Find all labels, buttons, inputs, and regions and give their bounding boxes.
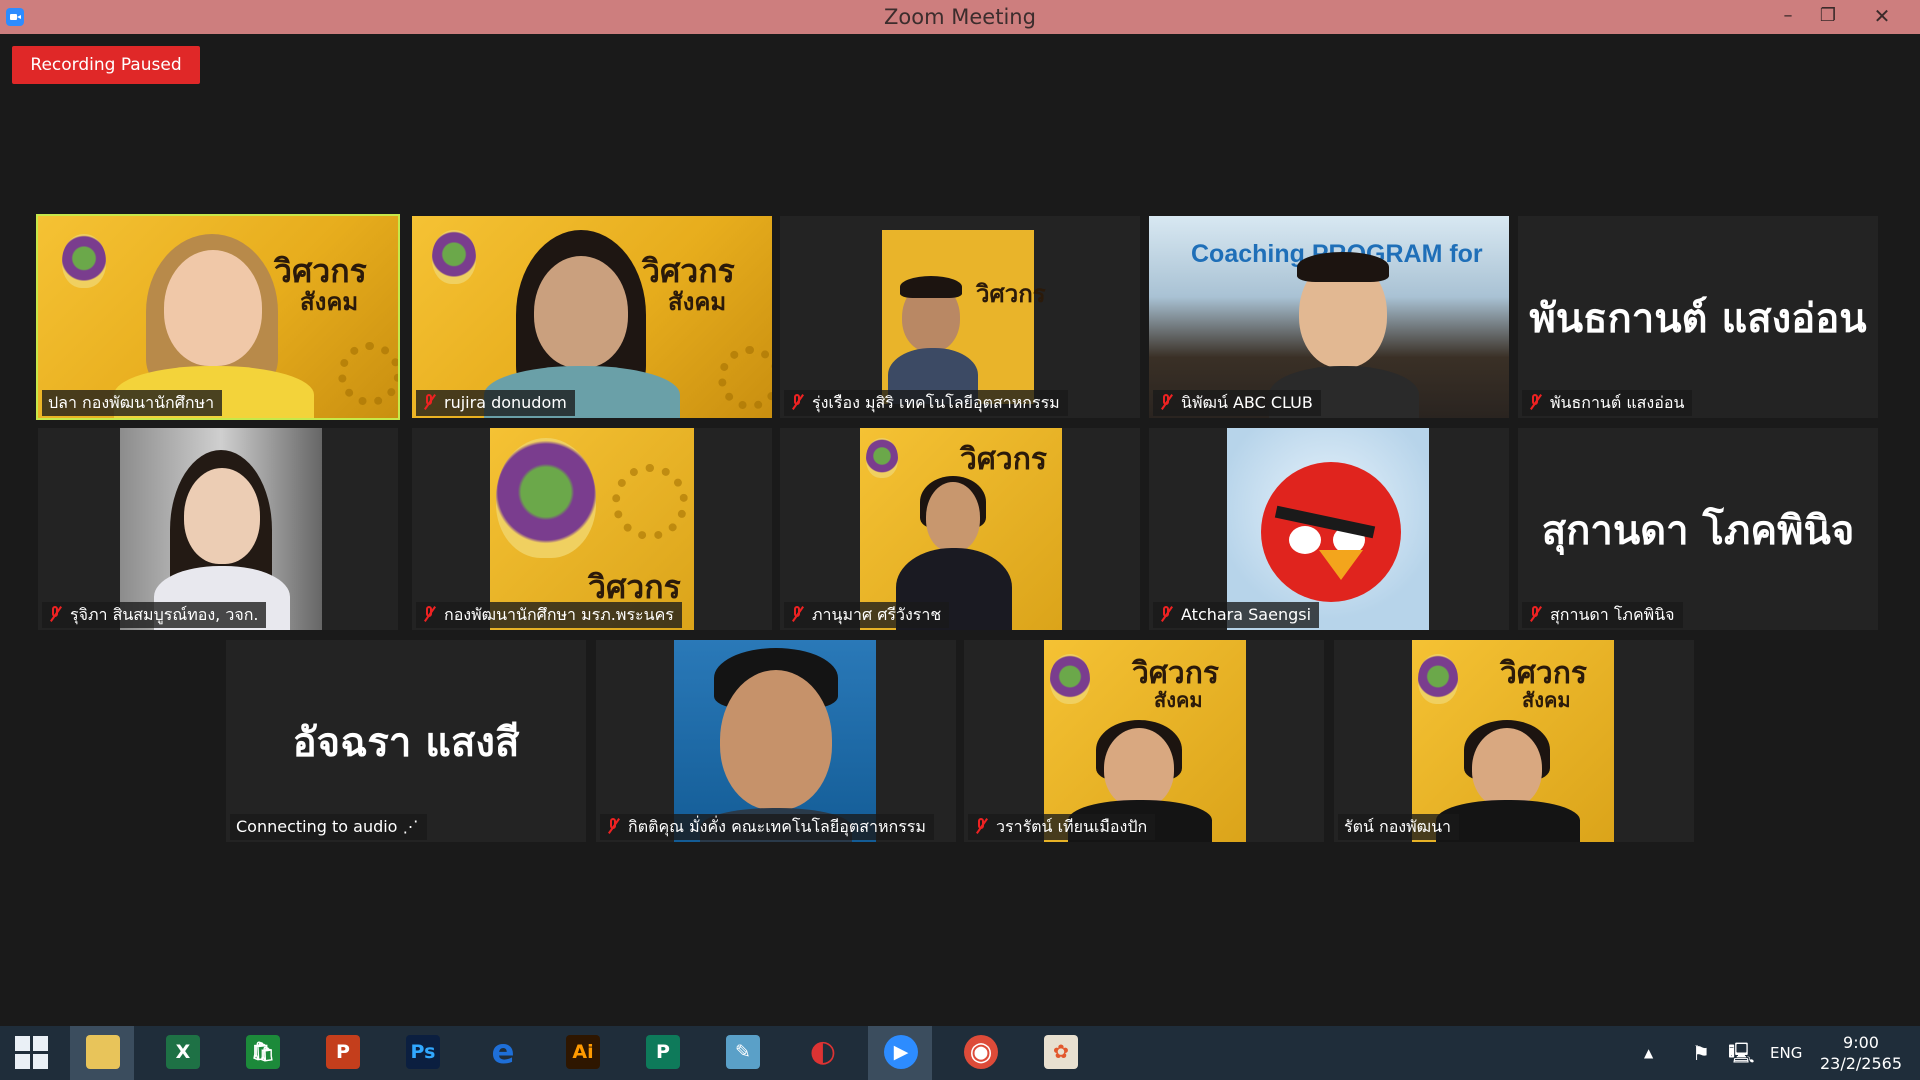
publisher-icon: P (646, 1035, 680, 1069)
excel-icon: X (166, 1035, 200, 1069)
poster-subtitle: สังคม (1522, 688, 1571, 712)
video-tile[interactable]: Atchara Saengsi (1149, 428, 1509, 630)
network-icon[interactable]: 🖳 (1728, 1026, 1755, 1080)
participant-name-label: รัตน์ กองพัฒนา (1338, 814, 1460, 840)
taskbar-clock[interactable]: 9:00 23/2/2565 (1808, 1032, 1914, 1074)
notes-icon: ✎ (726, 1035, 760, 1069)
poster-title: วิศวกร (976, 279, 1046, 308)
video-tile[interactable]: Coaching PROGRAM for นิพัฒน์ ABC CLUB (1149, 216, 1509, 418)
maximize-button[interactable]: ❐ (1808, 0, 1848, 34)
participant-name-label: สุกานดา โภคพินิจ (1522, 602, 1683, 628)
video-tile[interactable]: รุจิภา สินสมบูรณ์ทอง, วจก. (38, 428, 398, 630)
folder-icon (86, 1035, 120, 1069)
taskbar-powerpoint[interactable]: P (310, 1026, 374, 1080)
video-tile[interactable]: วิศวกร สังคม รัตน์ กองพัฒนา (1334, 640, 1694, 842)
poster-subtitle: สังคม (1154, 688, 1203, 712)
participant-name-label: ภานุมาศ ศรีวังราช (784, 602, 950, 628)
window-title-bar: Zoom Meeting – ❐ ✕ (0, 0, 1920, 34)
input-language[interactable]: ENG (1770, 1026, 1802, 1080)
muted-mic-icon (1528, 394, 1542, 410)
window-title: Zoom Meeting (884, 5, 1036, 29)
powerpoint-icon: P (326, 1035, 360, 1069)
taskbar-paint[interactable]: ✿ (1028, 1026, 1092, 1080)
participant-display-name: อัจฉรา แสงสี (292, 719, 520, 766)
video-tile[interactable]: อัจฉรา แสงสี Connecting to audio ⋰ (226, 640, 586, 842)
muted-mic-icon (1528, 606, 1542, 622)
taskbar-publisher[interactable]: P (630, 1026, 694, 1080)
show-hidden-icons-chevron[interactable]: ▲ (1644, 1026, 1653, 1080)
gear-icon (338, 342, 398, 406)
muted-mic-icon (1159, 394, 1173, 410)
participant-display-name: พันธกานต์ แสงอ่อน (1529, 295, 1867, 342)
chrome-icon: ◉ (964, 1035, 998, 1069)
participant-name-label: rujira donudom (416, 390, 575, 416)
taskbar-photoscape[interactable]: ◐ (790, 1026, 854, 1080)
participant-name-label: พันธกานต์ แสงอ่อน (1522, 390, 1693, 416)
poster-subtitle: สังคม (300, 287, 359, 316)
taskbar-internet-explorer[interactable]: e (470, 1026, 534, 1080)
video-tile[interactable]: วิศวกร สังคม rujira donudom (412, 216, 772, 418)
video-tile[interactable]: วิศวกร กองพัฒนานักศึกษา มรภ.พระนคร (412, 428, 772, 630)
video-tile[interactable]: วิศวกร สังคม ปลา กองพัฒนานักศึกษา (36, 214, 400, 420)
participant-name-label: กองพัฒนานักศึกษา มรภ.พระนคร (416, 602, 682, 628)
illustrator-icon: Ai (566, 1035, 600, 1069)
video-tile[interactable]: กิตติคุณ มั่งคั่ง คณะเทคโนโลยีอุตสาหกรรม (596, 640, 956, 842)
muted-mic-icon (422, 606, 436, 622)
video-tile[interactable]: วิศวกร ภานุมาศ ศรีวังราช (780, 428, 1140, 630)
zoom-icon: ▶ (884, 1035, 918, 1069)
participant-name-label: กิตติคุณ มั่งคั่ง คณะเทคโนโลยีอุตสาหกรรม (600, 814, 934, 840)
poster-title: วิศวกร (960, 442, 1048, 477)
action-center-flag-icon[interactable]: ⚑ (1692, 1026, 1710, 1080)
muted-mic-icon (1159, 606, 1173, 622)
windows-taskbar: X 🛍 P Ps e Ai P ✎ ◐ ▶ ◉ ✿ ▲ ⚑ 🖳 ENG 9:00… (0, 1026, 1920, 1080)
recording-status-badge[interactable]: Recording Paused (12, 46, 200, 84)
photoshop-icon: Ps (406, 1035, 440, 1069)
participant-name-label: Connecting to audio ⋰ (230, 814, 427, 840)
taskbar-chrome[interactable]: ◉ (948, 1026, 1012, 1080)
gear-icon (612, 464, 688, 540)
taskbar-illustrator[interactable]: Ai (550, 1026, 614, 1080)
taskbar-excel[interactable]: X (150, 1026, 214, 1080)
participant-name-label: นิพัฒน์ ABC CLUB (1153, 390, 1321, 416)
muted-mic-icon (790, 394, 804, 410)
participant-display-name: สุกานดา โภคพินิจ (1541, 507, 1855, 554)
video-tile[interactable]: พันธกานต์ แสงอ่อน พันธกานต์ แสงอ่อน (1518, 216, 1878, 418)
video-tile[interactable]: สุกานดา โภคพินิจ สุกานดา โภคพินิจ (1518, 428, 1878, 630)
taskbar-notes[interactable]: ✎ (710, 1026, 774, 1080)
muted-mic-icon (606, 818, 620, 834)
video-tile[interactable]: วิศวกร สังคม วรารัตน์ เทียนเมืองปัก (964, 640, 1324, 842)
taskbar-file-explorer[interactable] (70, 1026, 134, 1080)
university-seal-icon (1050, 654, 1090, 704)
video-tile[interactable]: วิศวกร รุ่งเรือง มุสิริ เทคโนโลยีอุตสาหก… (780, 216, 1140, 418)
muted-mic-icon (48, 606, 62, 622)
participant-name-label: วรารัตน์ เทียนเมืองปัก (968, 814, 1156, 840)
taskbar-photoshop[interactable]: Ps (390, 1026, 454, 1080)
university-seal-icon (866, 438, 898, 478)
participant-name-label: ปลา กองพัฒนานักศึกษา (42, 390, 223, 416)
muted-mic-icon (790, 606, 804, 622)
participant-name-label: รุจิภา สินสมบูรณ์ทอง, วจก. (42, 602, 267, 628)
clock-time: 9:00 (1843, 1033, 1879, 1052)
internet-explorer-icon: e (491, 1032, 515, 1072)
paint-icon: ✿ (1044, 1035, 1078, 1069)
university-seal-icon (62, 234, 106, 288)
start-button[interactable] (0, 1026, 64, 1080)
poster-subtitle: สังคม (668, 287, 727, 316)
university-seal-icon (496, 438, 596, 558)
muted-mic-icon (422, 394, 436, 410)
taskbar-zoom[interactable]: ▶ (868, 1026, 932, 1080)
clock-date: 23/2/2565 (1819, 1054, 1903, 1073)
minimize-button[interactable]: – (1768, 0, 1808, 34)
participant-name-label: รุ่งเรือง มุสิริ เทคโนโลยีอุตสาหกรรม (784, 390, 1068, 416)
connecting-dots-icon: ⋰ (402, 817, 419, 836)
taskbar-store[interactable]: 🛍 (230, 1026, 294, 1080)
university-seal-icon (432, 230, 476, 284)
muted-mic-icon (974, 818, 988, 834)
store-icon: 🛍 (246, 1035, 280, 1069)
photoscape-icon: ◐ (809, 1034, 837, 1069)
close-button[interactable]: ✕ (1862, 0, 1902, 34)
university-seal-icon (1418, 654, 1458, 704)
participant-name-label: Atchara Saengsi (1153, 602, 1320, 628)
